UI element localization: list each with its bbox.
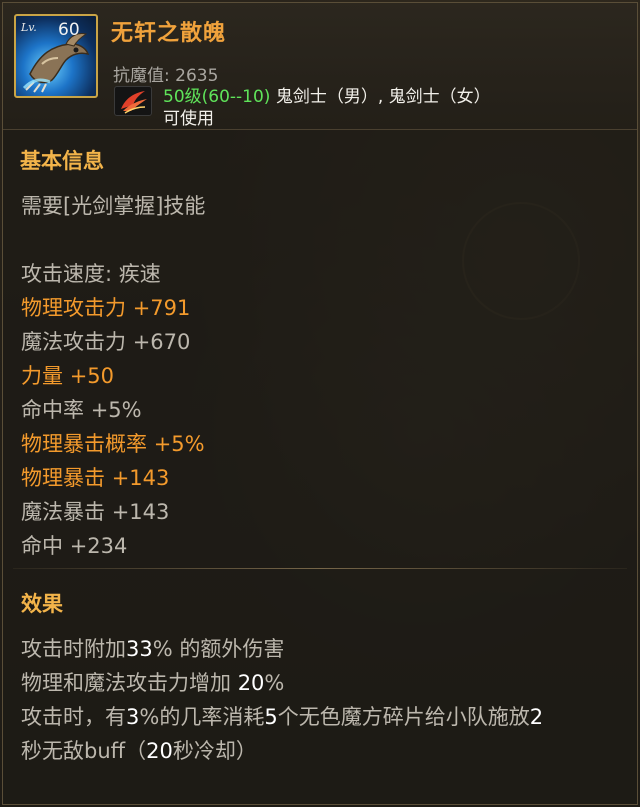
level-label: Lv. [21, 21, 37, 34]
basic-info-title: 基本信息 [20, 149, 104, 173]
stat-row: 命中率 +5% [21, 394, 142, 424]
stat-label: 魔法暴击 [21, 500, 105, 524]
item-tooltip: Lv. 60 无轩之散魄 抗魔值: 2635 50级(60--10) 鬼剑士（男… [2, 2, 638, 805]
stat-label: 物理暴击 [21, 466, 105, 490]
stat-label: 物理暴击概率 [21, 432, 147, 456]
class-icon [114, 86, 152, 116]
effect-text: 物理和魔法攻击力增加 [21, 671, 238, 695]
stat-value: +5% [90, 398, 142, 422]
section-divider [13, 568, 627, 569]
stat-value: +234 [69, 534, 128, 558]
item-icon: Lv. 60 [14, 14, 98, 98]
stat-label: 力量 [21, 364, 63, 388]
effect-line: 攻击时，有3%的几率消耗5个无色魔方碎片给小队施放2 [21, 701, 543, 731]
stat-value: +5% [153, 432, 205, 456]
effect-number: 5 [264, 705, 278, 729]
stat-value: +50 [69, 364, 115, 388]
beast-claw-icon [22, 33, 90, 93]
stat-row: 物理攻击力 +791 [21, 292, 190, 322]
stat-label: 物理攻击力 [21, 296, 126, 320]
effect-text: 攻击时附加 [21, 637, 126, 661]
stat-row: 魔法暴击 +143 [21, 496, 169, 526]
item-name: 无轩之散魄 [111, 21, 227, 46]
stat-row: 力量 +50 [21, 360, 114, 390]
stat-row: 物理暴击概率 +5% [21, 428, 205, 458]
skill-requirement: 需要[光剑掌握]技能 [21, 194, 206, 218]
effect-text: 个无色魔方碎片给小队施放 [277, 705, 530, 729]
stat-row: 魔法攻击力 +670 [21, 326, 190, 356]
usable-status: 可使用 [163, 109, 214, 129]
effect-number: 20 [146, 739, 173, 763]
effect-number: 2 [529, 705, 544, 729]
effect-line: 物理和魔法攻击力增加 20% [21, 667, 284, 697]
effect-line: 秒无敌buff（20秒冷却） [21, 735, 257, 765]
effect-text: % [264, 671, 285, 695]
tooltip-header: Lv. 60 无轩之散魄 抗魔值: 2635 50级(60--10) 鬼剑士（男… [3, 3, 637, 130]
level-value: 60 [58, 20, 80, 40]
stat-value: +791 [132, 296, 191, 320]
effect-text: % 的额外伤害 [152, 637, 285, 661]
effect-text: 秒无敌buff（ [21, 739, 147, 763]
stat-row: 命中 +234 [21, 530, 127, 560]
effect-line: 攻击时附加33% 的额外伤害 [21, 633, 284, 663]
effect-text: %的几率消耗 [139, 705, 265, 729]
stat-value: +143 [111, 466, 170, 490]
wing-blade-icon [121, 91, 147, 114]
effect-text: 攻击时，有 [21, 705, 126, 729]
stat-value: +670 [132, 330, 191, 354]
effect-text: 秒冷却） [172, 739, 257, 763]
stat-row: 物理暴击 +143 [21, 462, 169, 492]
stat-value: +143 [111, 500, 170, 524]
stat-label: 魔法攻击力 [21, 330, 126, 354]
class-list: 鬼剑士（男）, 鬼剑士（女） [275, 87, 491, 107]
effect-number: 3 [126, 705, 140, 729]
resist-label: 抗魔值: [113, 66, 170, 86]
stat-label: 命中 [21, 534, 63, 558]
effect-number: 20 [237, 671, 265, 695]
stat-label: 命中率 [21, 398, 84, 422]
effect-title: 效果 [21, 592, 63, 616]
effect-number: 33 [126, 637, 153, 661]
attack-speed: 攻击速度: 疾速 [21, 262, 161, 286]
